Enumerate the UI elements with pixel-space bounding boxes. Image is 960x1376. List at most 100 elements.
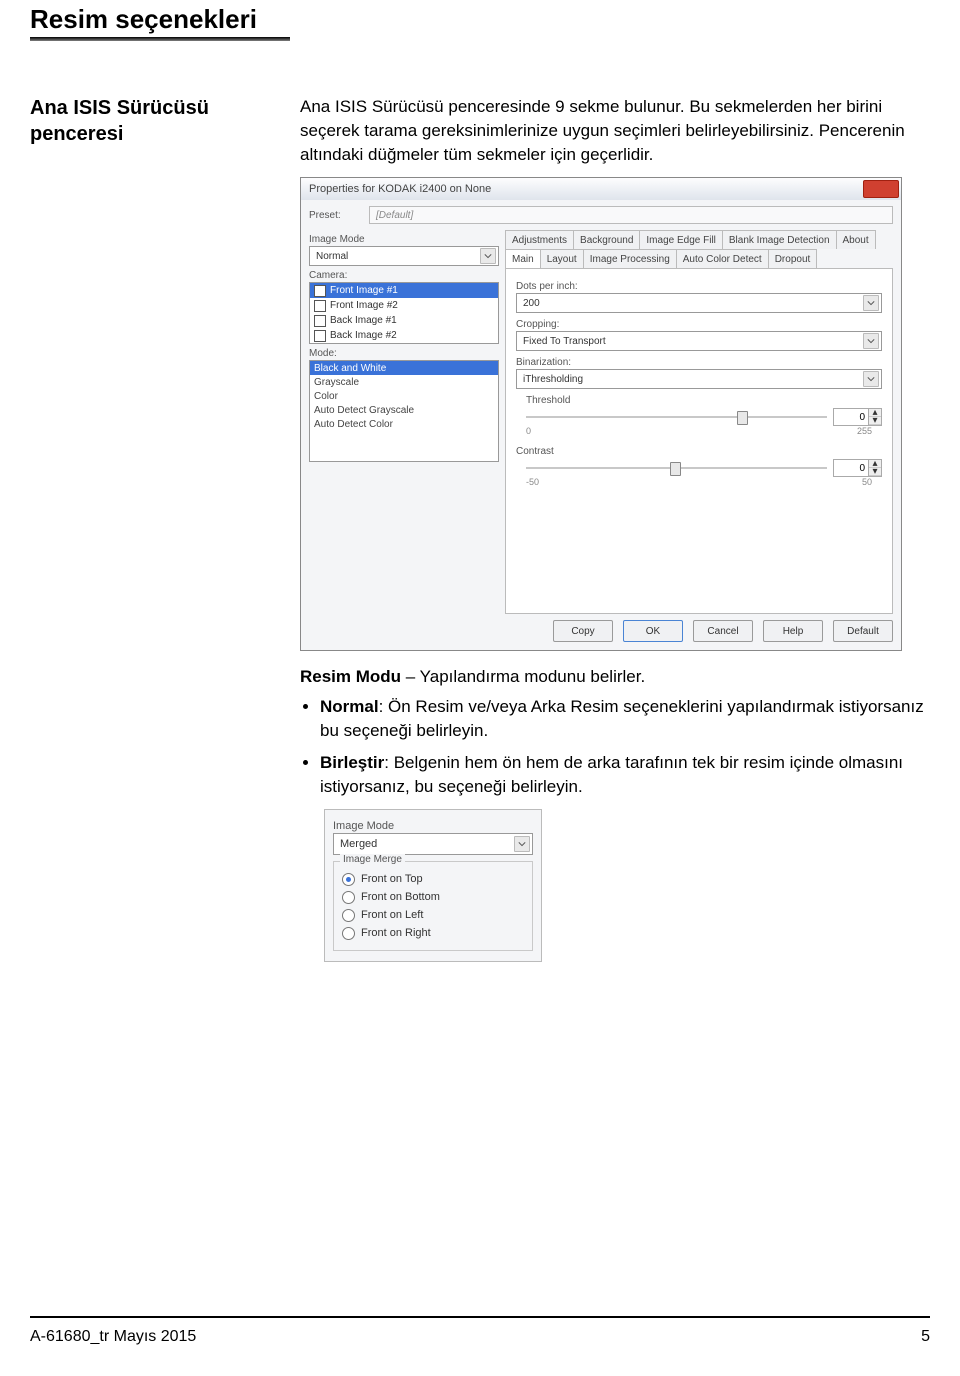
- checkbox-icon: [314, 300, 326, 312]
- spin-down-icon[interactable]: ▾: [869, 468, 881, 476]
- preset-field[interactable]: [Default]: [369, 206, 893, 224]
- radio-front-on-bottom[interactable]: Front on Bottom: [342, 888, 524, 906]
- camera-item-label: Front Image #2: [330, 300, 398, 311]
- bullet-birlestir-text: : Belgenin hem ön hem de arka tarafının …: [320, 753, 903, 796]
- bullet-list: Normal: Ön Resim ve/veya Arka Resim seçe…: [300, 695, 930, 799]
- heading-underline: [30, 37, 290, 41]
- camera-label: Camera:: [309, 270, 499, 281]
- image-mode-label: Image Mode: [309, 234, 499, 245]
- radio-label: Front on Bottom: [361, 891, 440, 903]
- resim-modu-text: – Yapılandırma modunu belirler.: [401, 667, 645, 686]
- binarization-combo[interactable]: iThresholding: [516, 369, 882, 389]
- contrast-min: -50: [526, 477, 539, 487]
- tab-dropout[interactable]: Dropout: [768, 249, 818, 268]
- threshold-min: 0: [526, 426, 531, 436]
- resim-modu-paragraph: Resim Modu – Yapılandırma modunu belirle…: [300, 665, 930, 689]
- footer-left: A-61680_tr Mayıs 2015: [30, 1328, 196, 1346]
- contrast-input[interactable]: [834, 461, 868, 475]
- tab-layout[interactable]: Layout: [540, 249, 584, 268]
- section-title-line2: penceresi: [30, 123, 123, 145]
- dpi-value: 200: [523, 298, 540, 309]
- radio-front-on-left[interactable]: Front on Left: [342, 906, 524, 924]
- radio-front-on-right[interactable]: Front on Right: [342, 924, 524, 942]
- tab-auto-color-detect[interactable]: Auto Color Detect: [676, 249, 769, 268]
- cropping-value: Fixed To Transport: [523, 336, 606, 347]
- page-footer: A-61680_tr Mayıs 2015 5: [30, 1316, 930, 1346]
- help-button[interactable]: Help: [763, 620, 823, 642]
- contrast-slider[interactable]: ▴▾: [526, 459, 882, 477]
- contrast-spin[interactable]: ▴▾: [833, 459, 882, 477]
- tab-about[interactable]: About: [836, 230, 876, 249]
- radio-icon: [342, 927, 355, 940]
- mode-label: Mode:: [309, 348, 499, 359]
- threshold-ticks: 0 255: [516, 426, 882, 436]
- image-merge-group: Image Merge Front on Top Front on Bottom…: [333, 861, 533, 951]
- bullet-birlestir-label: Birleştir: [320, 753, 384, 772]
- bullet-normal-text: : Ön Resim ve/veya Arka Resim seçenekler…: [320, 697, 924, 740]
- mode-item[interactable]: Auto Detect Grayscale: [310, 403, 498, 417]
- camera-item[interactable]: Front Image #1: [310, 283, 498, 298]
- copy-button[interactable]: Copy: [553, 620, 613, 642]
- image-mode-combo[interactable]: Normal: [309, 246, 499, 266]
- checkbox-icon: [314, 330, 326, 342]
- threshold-input[interactable]: [834, 410, 868, 424]
- tab-strip-top: Adjustments Background Image Edge Fill B…: [505, 230, 893, 249]
- mode-item[interactable]: Color: [310, 389, 498, 403]
- page-heading: Resim seçenekleri: [30, 4, 930, 35]
- radio-label: Front on Right: [361, 927, 431, 939]
- intro-paragraph: Ana ISIS Sürücüsü penceresinde 9 sekme b…: [300, 95, 930, 167]
- merged-image-mode-combo[interactable]: Merged: [333, 833, 533, 855]
- tab-image-processing[interactable]: Image Processing: [583, 249, 677, 268]
- mode-item[interactable]: Grayscale: [310, 375, 498, 389]
- merged-image-mode-value: Merged: [340, 838, 377, 850]
- bullet-normal-label: Normal: [320, 697, 379, 716]
- contrast-max: 50: [862, 477, 872, 487]
- cancel-button[interactable]: Cancel: [693, 620, 753, 642]
- chevron-down-icon: [480, 248, 496, 264]
- tab-image-edge-fill[interactable]: Image Edge Fill: [639, 230, 722, 249]
- default-button[interactable]: Default: [833, 620, 893, 642]
- threshold-label: Threshold: [526, 395, 882, 406]
- binarization-label: Binarization:: [516, 357, 882, 368]
- tab-main[interactable]: Main: [505, 249, 541, 268]
- chevron-down-icon: [863, 295, 879, 311]
- threshold-max: 255: [857, 426, 872, 436]
- dpi-combo[interactable]: 200: [516, 293, 882, 313]
- camera-item[interactable]: Back Image #2: [310, 328, 498, 343]
- ok-button[interactable]: OK: [623, 620, 683, 642]
- tab-background[interactable]: Background: [573, 230, 640, 249]
- spin-down-icon[interactable]: ▾: [869, 417, 881, 425]
- dialog-titlebar: Properties for KODAK i2400 on None: [301, 178, 901, 200]
- radio-icon: [342, 891, 355, 904]
- chevron-down-icon: [514, 836, 530, 852]
- section-title: Ana ISIS Sürücüsü penceresi: [30, 95, 300, 147]
- tab-adjustments[interactable]: Adjustments: [505, 230, 574, 249]
- contrast-ticks: -50 50: [516, 477, 882, 487]
- checkbox-icon: [314, 315, 326, 327]
- threshold-slider[interactable]: ▴▾: [526, 408, 882, 426]
- radio-icon: [342, 909, 355, 922]
- dpi-label: Dots per inch:: [516, 281, 882, 292]
- radio-front-on-top[interactable]: Front on Top: [342, 870, 524, 888]
- radio-icon: [342, 873, 355, 886]
- cropping-combo[interactable]: Fixed To Transport: [516, 331, 882, 351]
- section-title-line1: Ana ISIS Sürücüsü: [30, 97, 209, 119]
- threshold-spin[interactable]: ▴▾: [833, 408, 882, 426]
- binarization-value: iThresholding: [523, 374, 583, 385]
- camera-item-label: Back Image #2: [330, 330, 397, 341]
- camera-item[interactable]: Front Image #2: [310, 298, 498, 313]
- mode-item[interactable]: Auto Detect Color: [310, 417, 498, 431]
- chevron-down-icon: [863, 371, 879, 387]
- mode-listbox[interactable]: Black and White Grayscale Color Auto Det…: [309, 360, 499, 462]
- image-mode-merged-panel: Image Mode Merged Image Merge Front on T…: [324, 809, 542, 962]
- tab-blank-image-detection[interactable]: Blank Image Detection: [722, 230, 837, 249]
- cropping-label: Cropping:: [516, 319, 882, 330]
- contrast-label: Contrast: [516, 446, 882, 457]
- tab-main-content: Dots per inch: 200 Cropping: F: [505, 268, 893, 614]
- mode-item[interactable]: Black and White: [310, 361, 498, 375]
- properties-dialog: Properties for KODAK i2400 on None Prese…: [300, 177, 902, 651]
- close-button[interactable]: [863, 180, 899, 198]
- camera-item[interactable]: Back Image #1: [310, 313, 498, 328]
- camera-listbox[interactable]: Front Image #1 Front Image #2 Back Image…: [309, 282, 499, 344]
- footer-page-number: 5: [921, 1328, 930, 1346]
